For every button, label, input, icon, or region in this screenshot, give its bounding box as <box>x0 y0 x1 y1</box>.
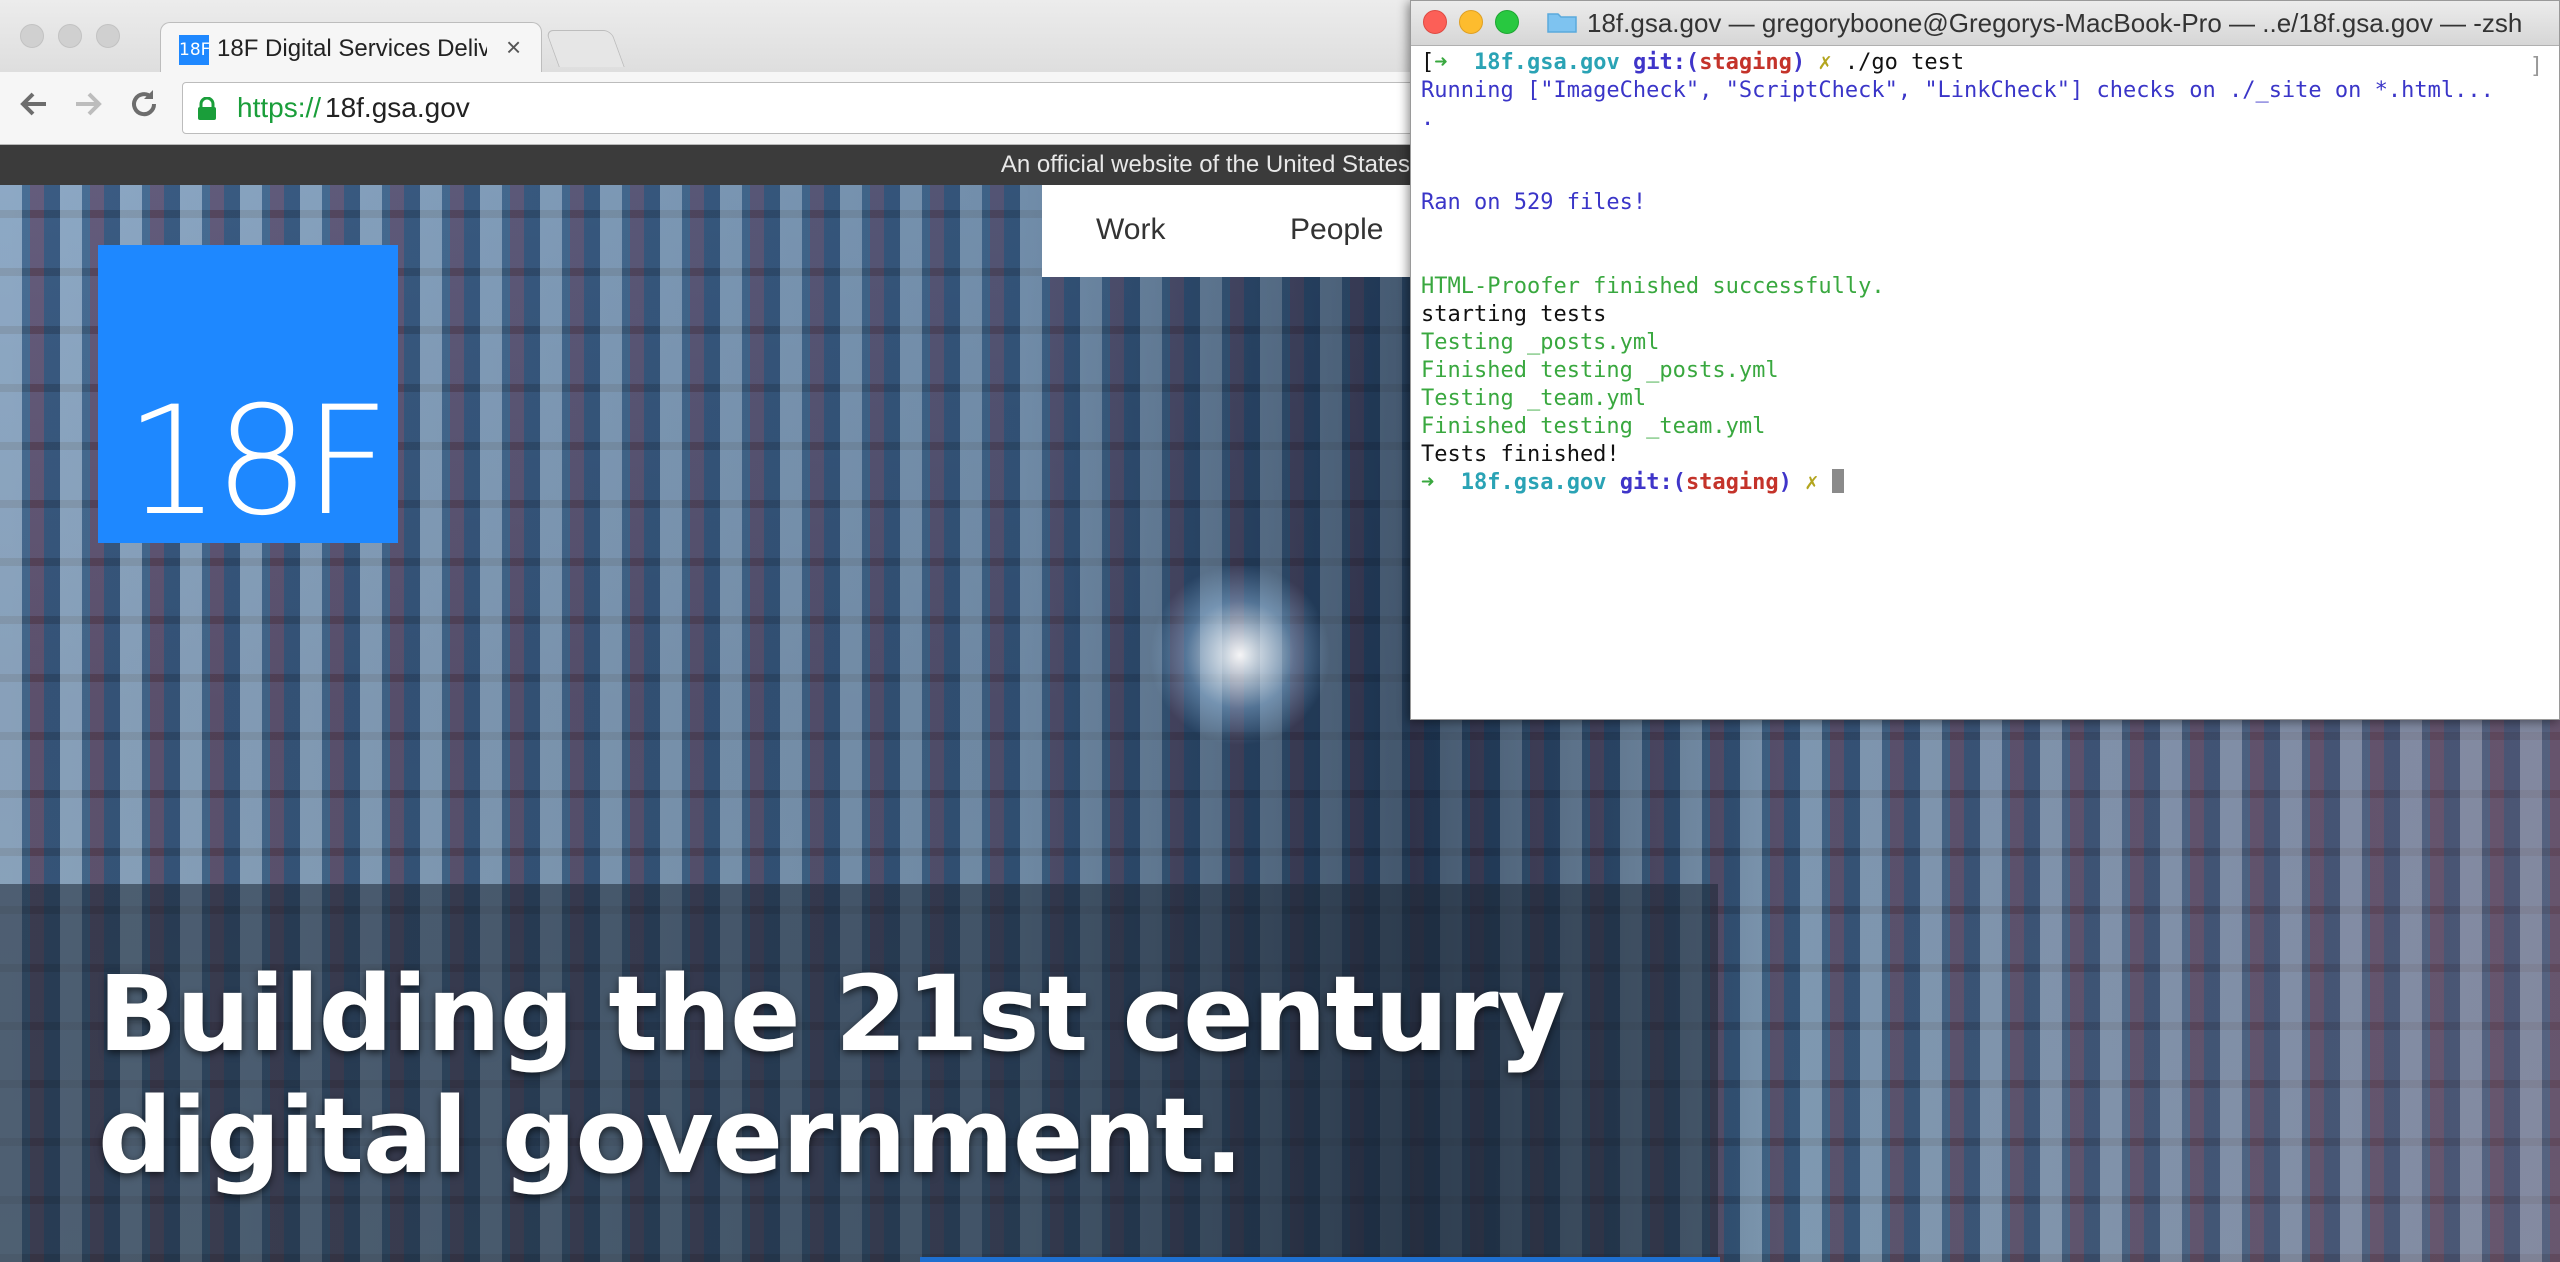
prompt-arrow: ➜ <box>1421 470 1435 495</box>
output-testing-posts: Testing _posts.yml <box>1421 330 1660 355</box>
lock-icon <box>197 96 217 120</box>
output-finished-team: Finished testing _team.yml <box>1421 414 1766 439</box>
url-host: 18f.gsa.gov <box>325 92 470 123</box>
folder-icon <box>1547 11 1577 33</box>
site-nav: Work People <box>1042 185 1422 277</box>
tab-title: 18F Digital Services Delivery <box>217 35 487 62</box>
output-tests-finished: Tests finished! <box>1421 442 1620 467</box>
output-ran-on: Ran on 529 files! <box>1421 190 1647 215</box>
prompt-branch: staging <box>1699 50 1792 75</box>
back-arrow-icon[interactable] <box>12 86 56 130</box>
hero-heading-line-2: digital government. <box>98 1075 1244 1197</box>
output-testing-team: Testing _team.yml <box>1421 386 1647 411</box>
favicon-icon: 18F <box>179 35 210 65</box>
zoom-window-button[interactable] <box>96 24 120 48</box>
prompt-dir: 18f.gsa.gov <box>1474 50 1620 75</box>
prompt-dirty: ✗ <box>1818 50 1832 75</box>
close-window-button[interactable] <box>20 24 44 48</box>
18f-logo[interactable]: 18F <box>98 245 398 543</box>
bottom-accent-bar <box>920 1257 1720 1262</box>
prompt-git: git:( <box>1632 50 1700 75</box>
prompt-git-close: ) <box>1778 470 1792 495</box>
output-starting-tests: starting tests <box>1421 302 1607 327</box>
prompt-git: git:( <box>1619 470 1686 495</box>
nav-people[interactable]: People <box>1290 213 1383 247</box>
prompt-git-close: ) <box>1791 50 1806 75</box>
prompt-line-1: [➜ 18f.gsa.gov git:(staging) ✗ ./go test <box>1421 49 1964 77</box>
terminal-title: 18f.gsa.gov — gregoryboone@Gregorys-MacB… <box>1587 8 2523 38</box>
prompt-line-2: ➜ 18f.gsa.gov git:(staging) ✗ <box>1421 469 1844 497</box>
minimize-window-button[interactable] <box>58 24 82 48</box>
prompt-branch: staging <box>1685 470 1779 495</box>
prompt-command: ./go test <box>1844 50 1965 75</box>
official-banner-text: An official website of the United States <box>1000 151 1410 178</box>
output-dot: . <box>1421 106 1435 131</box>
hero-heading: Building the 21st century digital govern… <box>98 953 1698 1197</box>
url-protocol: https:// <box>237 92 322 123</box>
prompt-dirty: ✗ <box>1805 470 1819 495</box>
terminal-output[interactable]: ] [➜ 18f.gsa.gov git:(staging) ✗ ./go te… <box>1421 49 2551 709</box>
forward-arrow-icon[interactable] <box>66 86 110 130</box>
prompt-arrow: ➜ <box>1434 50 1448 75</box>
terminal-titlebar[interactable]: 18f.gsa.gov — gregoryboone@Gregorys-MacB… <box>1411 1 2559 46</box>
output-proofer-success: HTML-Proofer finished successfully. <box>1421 274 1885 299</box>
terminal-minimize-button[interactable] <box>1459 10 1483 34</box>
logo-text: 18F <box>124 375 390 549</box>
text-cursor <box>1831 469 1844 493</box>
prompt-dir: 18f.gsa.gov <box>1460 470 1607 495</box>
reload-icon[interactable] <box>122 86 166 130</box>
nav-work[interactable]: Work <box>1096 213 1165 247</box>
close-tab-icon[interactable]: × <box>506 33 521 61</box>
hero-heading-line-1: Building the 21st century <box>98 953 1566 1075</box>
prompt-bracket: [ <box>1421 50 1435 75</box>
output-finished-posts: Finished testing _posts.yml <box>1421 358 1779 383</box>
scroll-marker: ] <box>2529 54 2543 79</box>
tab-18f[interactable]: 18F 18F Digital Services Delivery × <box>160 22 542 73</box>
terminal-close-button[interactable] <box>1423 10 1447 34</box>
output-running: Running ["ImageCheck", "ScriptCheck", "L… <box>1421 78 2494 103</box>
terminal-window[interactable]: 18f.gsa.gov — gregoryboone@Gregorys-MacB… <box>1410 0 2560 720</box>
terminal-zoom-button[interactable] <box>1495 10 1519 34</box>
new-tab-button[interactable] <box>545 30 625 67</box>
